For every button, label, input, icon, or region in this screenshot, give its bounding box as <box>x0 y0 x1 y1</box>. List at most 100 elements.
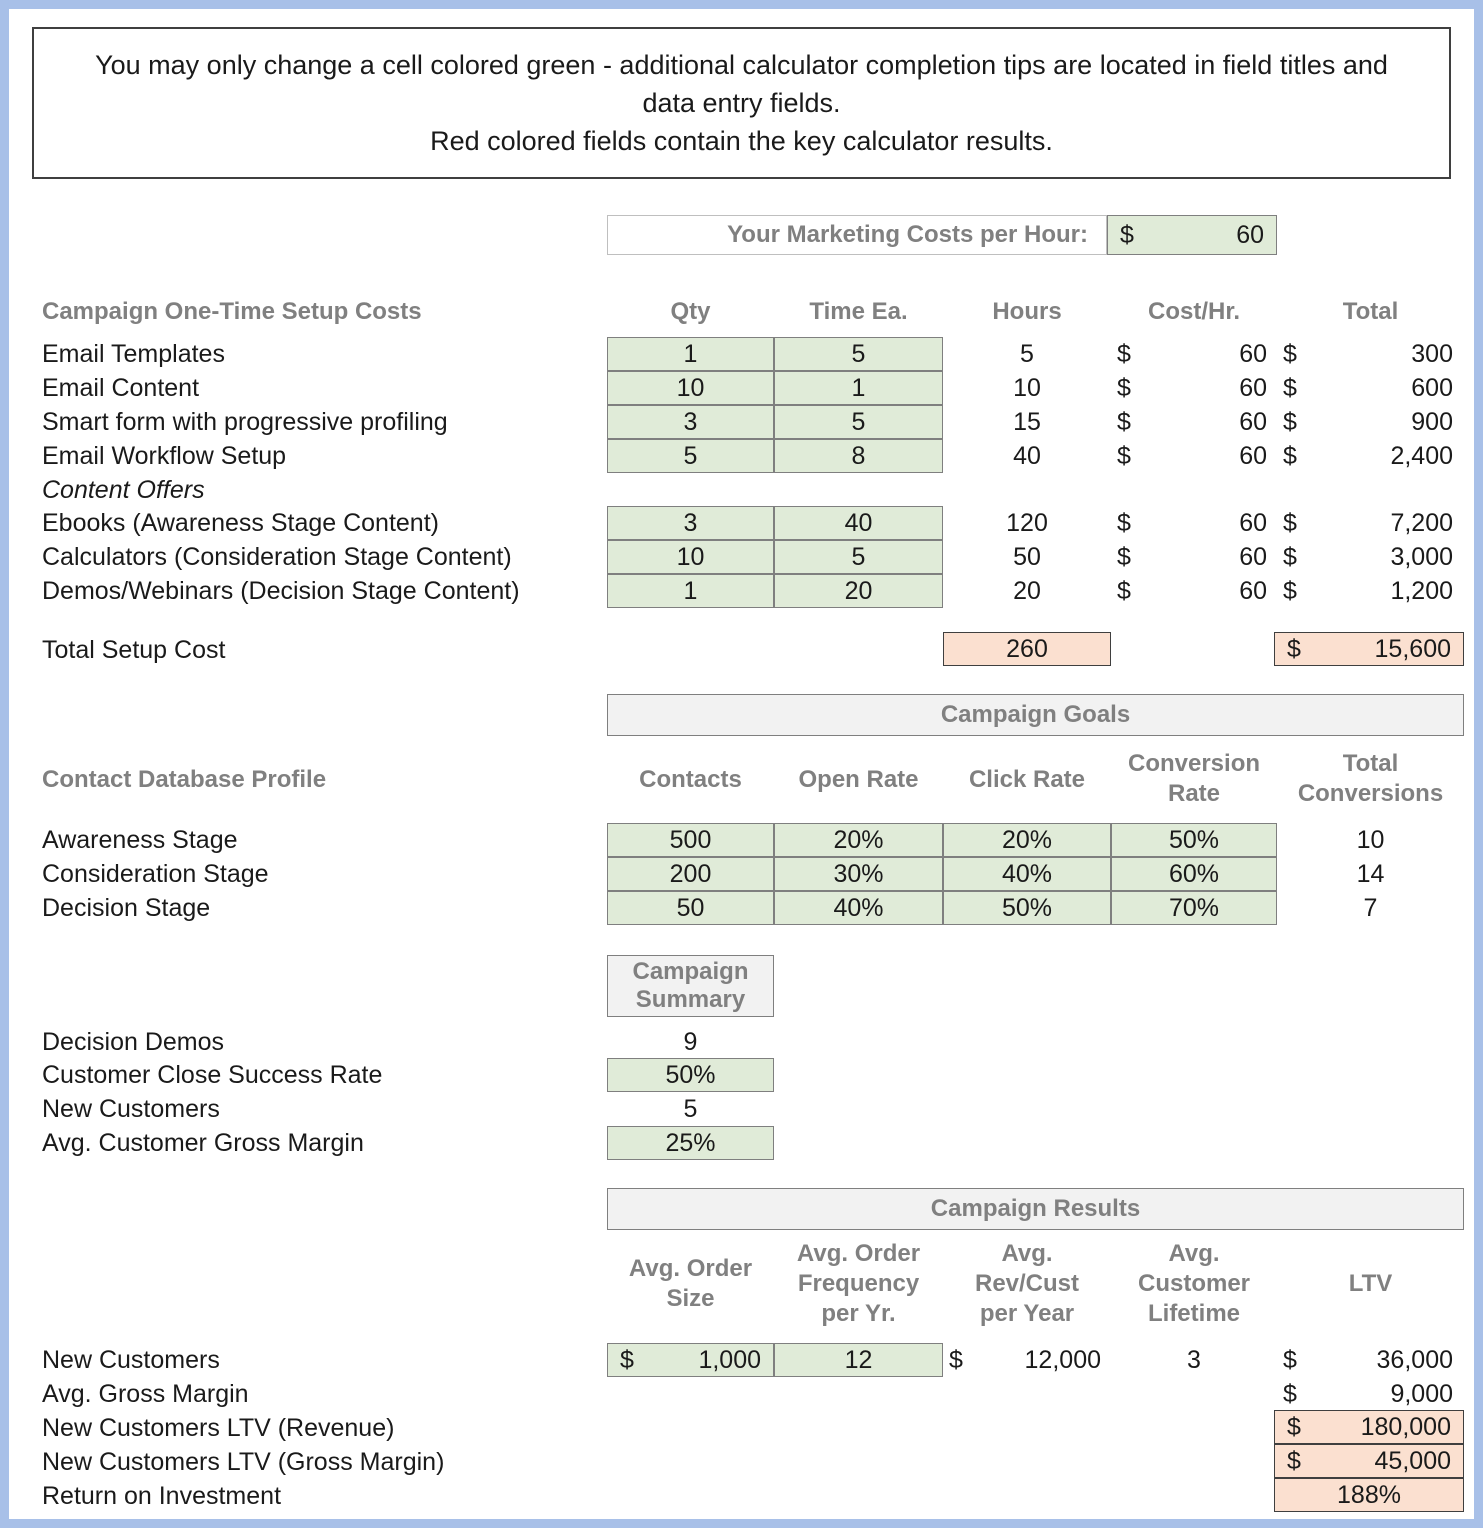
goals-open-rate-input[interactable]: 20% <box>774 823 943 857</box>
setup-qty-input[interactable]: 1 <box>607 337 774 371</box>
goals-row-label: Decision Stage <box>42 894 211 922</box>
goals-conversion-rate-input[interactable]: 50% <box>1111 823 1277 857</box>
results-header-order-size-line2: Size <box>666 1285 715 1312</box>
campaign-goals-banner: Campaign Goals <box>607 694 1464 736</box>
ltv-gross-margin-number: 45,000 <box>1374 1447 1451 1475</box>
goals-open-rate-input[interactable]: 30% <box>774 857 943 891</box>
setup-time-ea-input[interactable]: 40 <box>774 506 943 540</box>
goals-total-conversions-value: 14 <box>1356 860 1385 888</box>
summary-gross-margin-input[interactable]: 25% <box>607 1126 774 1160</box>
summary-row-label: New Customers <box>42 1095 220 1123</box>
setup-row-label: Email Workflow Setup <box>42 442 287 470</box>
setup-qty-input[interactable]: 3 <box>607 405 774 439</box>
goals-open-rate-input[interactable]: 40% <box>774 891 943 925</box>
setup-total-number: 300 <box>1411 340 1453 368</box>
spreadsheet-canvas: You may only change a cell colored green… <box>9 9 1474 1519</box>
results-header-order-size-line1: Avg. Order <box>628 1255 753 1282</box>
setup-cost-hr-value: $ 60 <box>1117 540 1267 574</box>
results-header-customer-lifetime-line2: Customer <box>1137 1270 1251 1297</box>
setup-cost-hr-value: $ 60 <box>1117 405 1267 439</box>
goals-contacts-input[interactable]: 200 <box>607 857 774 891</box>
goals-header-click-rate: Click Rate <box>968 766 1086 793</box>
setup-hours-value: 120 <box>1006 509 1048 537</box>
setup-qty-input[interactable]: 3 <box>607 506 774 540</box>
results-header-customer-lifetime: Avg. Customer Lifetime <box>1111 1239 1277 1329</box>
setup-total-value: $ 600 <box>1283 371 1453 405</box>
setup-time-ea-input[interactable]: 8 <box>774 439 943 473</box>
results-avg-order-size-input[interactable]: $ 1,000 <box>607 1343 774 1377</box>
results-header-order-size: Avg. Order Size <box>607 1254 774 1314</box>
goals-total-conversions-value: 7 <box>1363 894 1378 922</box>
results-header-rev-per-cust-line2: Rev/Cust <box>974 1270 1080 1297</box>
ltv-revenue-result: $ 180,000 <box>1274 1410 1464 1444</box>
goals-contacts-input[interactable]: 50 <box>607 891 774 925</box>
setup-total-value: $ 3,000 <box>1283 540 1453 574</box>
goals-click-rate-input[interactable]: 20% <box>943 823 1111 857</box>
setup-cost-hr-currency: $ <box>1117 442 1131 470</box>
setup-total-number: 1,200 <box>1390 577 1453 605</box>
results-avg-order-frequency-input[interactable]: 12 <box>774 1343 943 1377</box>
setup-hours-value: 10 <box>1013 374 1041 402</box>
results-row-label: Avg. Gross Margin <box>42 1380 249 1408</box>
setup-time-ea-input[interactable]: 5 <box>774 540 943 574</box>
total-setup-hours-result: 260 <box>943 632 1111 666</box>
marketing-cost-input[interactable]: $ 60 <box>1107 215 1277 255</box>
goals-header-contacts: Contacts <box>639 766 742 793</box>
results-avg-rev-per-cust-number: 12,000 <box>1024 1346 1101 1374</box>
results-avg-order-size-currency: $ <box>620 1346 634 1374</box>
goals-header-conversion-rate: Conversion Rate <box>1111 749 1277 809</box>
setup-cost-hr-value: $ 60 <box>1117 371 1267 405</box>
setup-header-hours: Hours <box>992 298 1062 325</box>
setup-cost-hr-currency: $ <box>1117 408 1131 436</box>
setup-total-value: $ 900 <box>1283 405 1453 439</box>
setup-total-value: $ 300 <box>1283 337 1453 371</box>
results-gross-margin-ltv-number: 9,000 <box>1390 1380 1453 1408</box>
setup-total-currency: $ <box>1283 374 1297 402</box>
instructions-box: You may only change a cell colored green… <box>32 27 1451 179</box>
setup-header-qty: Qty <box>670 298 711 325</box>
setup-time-ea-input[interactable]: 5 <box>774 337 943 371</box>
goals-click-rate-input[interactable]: 40% <box>943 857 1111 891</box>
setup-cost-hr-number: 60 <box>1239 509 1267 537</box>
setup-cost-hr-value: $ 60 <box>1117 337 1267 371</box>
results-header-customer-lifetime-line1: Avg. <box>1168 1240 1220 1267</box>
goals-click-rate-input[interactable]: 50% <box>943 891 1111 925</box>
setup-qty-input[interactable]: 10 <box>607 540 774 574</box>
results-header-rev-per-cust-line3: per Year <box>979 1300 1075 1327</box>
setup-row-label: Calculators (Consideration Stage Content… <box>42 543 512 571</box>
setup-time-ea-input[interactable]: 20 <box>774 574 943 608</box>
goals-header-open-rate: Open Rate <box>798 766 919 793</box>
setup-hours-value: 40 <box>1013 442 1041 470</box>
summary-row-label: Decision Demos <box>42 1028 225 1056</box>
summary-close-rate-input[interactable]: 50% <box>607 1058 774 1092</box>
ltv-revenue-number: 180,000 <box>1360 1413 1451 1441</box>
setup-time-ea-input[interactable]: 5 <box>774 405 943 439</box>
setup-time-ea-input[interactable]: 1 <box>774 371 943 405</box>
campaign-summary-banner: Campaign Summary <box>607 955 774 1017</box>
results-gross-margin-ltv-currency: $ <box>1283 1380 1297 1408</box>
return-on-investment-result: 188% <box>1274 1478 1464 1512</box>
results-row-label: Return on Investment <box>42 1482 282 1510</box>
setup-cost-hr-currency: $ <box>1117 509 1131 537</box>
results-header-order-frequency: Avg. Order Frequency per Yr. <box>774 1239 943 1329</box>
results-avg-rev-per-cust-value: $ 12,000 <box>949 1343 1101 1377</box>
setup-cost-hr-number: 60 <box>1239 340 1267 368</box>
setup-hours-value: 5 <box>1020 340 1034 368</box>
total-setup-cost-label: Total Setup Cost <box>42 636 226 664</box>
setup-qty-input[interactable]: 10 <box>607 371 774 405</box>
setup-cost-hr-value: $ 60 <box>1117 439 1267 473</box>
setup-total-value: $ 7,200 <box>1283 506 1453 540</box>
results-header-order-frequency-line1: Avg. Order <box>796 1240 921 1267</box>
setup-total-number: 2,400 <box>1390 442 1453 470</box>
results-header-order-frequency-line2: Frequency <box>797 1270 920 1297</box>
goals-contacts-input[interactable]: 500 <box>607 823 774 857</box>
goals-conversion-rate-input[interactable]: 60% <box>1111 857 1277 891</box>
goals-conversion-rate-input[interactable]: 70% <box>1111 891 1277 925</box>
setup-qty-input[interactable]: 5 <box>607 439 774 473</box>
instructions-line-3: Red colored fields contain the key calcu… <box>430 126 1053 156</box>
goals-total-conversions-value: 10 <box>1356 826 1385 854</box>
setup-total-number: 900 <box>1411 408 1453 436</box>
setup-total-currency: $ <box>1283 408 1297 436</box>
setup-qty-input[interactable]: 1 <box>607 574 774 608</box>
campaign-summary-banner-line1: Campaign <box>632 958 749 985</box>
